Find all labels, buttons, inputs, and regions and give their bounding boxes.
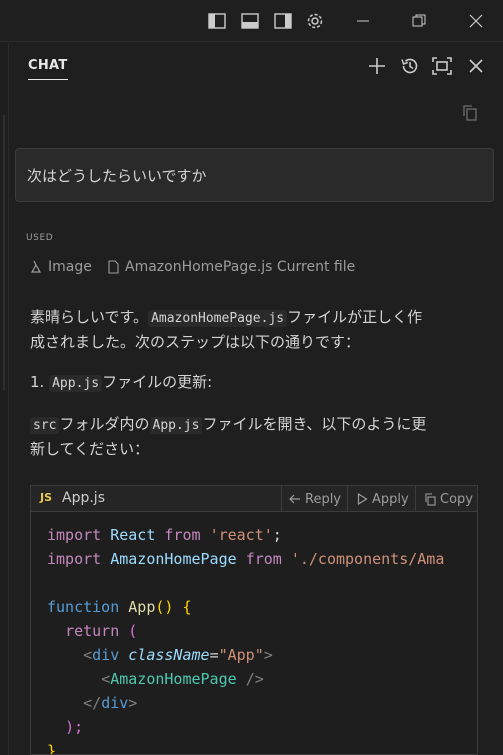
response-text: ファイルが正しく作 <box>287 308 423 326</box>
apply-button[interactable]: Apply <box>357 490 409 508</box>
reference-image[interactable]: Image <box>30 257 92 277</box>
response-text: フォルダ内の <box>59 415 150 433</box>
step-number: 1. <box>30 373 45 391</box>
maximize-chat-icon[interactable] <box>431 55 453 77</box>
response-text: 素晴らしいです。 <box>30 308 149 326</box>
response-text: 新してください： <box>30 440 150 458</box>
step-text: ファイルの更新: <box>102 373 213 391</box>
copy-message-icon[interactable] <box>461 104 479 122</box>
step-item: 1. App.js ファイルの更新: <box>30 370 212 396</box>
inline-code: App.js <box>149 417 203 434</box>
code-filename: App.js <box>62 490 105 506</box>
image-icon <box>30 260 42 273</box>
chat-tab-underline <box>28 79 68 80</box>
close-window-button[interactable] <box>453 0 499 42</box>
response-paragraph-1-line2: 成されました。次のステップは以下の通りです： <box>30 330 360 355</box>
divider <box>281 486 282 512</box>
user-prompt-bubble: 次はどうしたらいいですか <box>15 148 494 202</box>
code-line: </div> <box>83 694 138 712</box>
used-label: USED <box>26 233 54 243</box>
response-paragraph-1: 素晴らしいです。 AmazonHomePage.js ファイルが正しく作 <box>30 305 422 331</box>
file-icon <box>108 260 119 274</box>
reference-image-label: Image <box>48 259 92 275</box>
code-block-header: JS App.js Reply Apply Copy <box>31 486 477 512</box>
play-icon <box>357 493 368 505</box>
copy-icon <box>425 492 436 506</box>
inline-code: AmazonHomePage.js <box>148 310 288 327</box>
restore-window-button[interactable] <box>396 0 442 42</box>
copy-button[interactable]: Copy <box>424 490 473 508</box>
reply-icon <box>289 494 300 504</box>
editor-edge <box>0 43 9 755</box>
code-line: } <box>47 742 57 755</box>
code-line: ); <box>65 718 84 736</box>
response-text: ファイルを開き、以下のように更 <box>202 415 427 433</box>
inline-code: App.js <box>49 375 103 392</box>
minimize-window-button[interactable] <box>340 0 386 42</box>
js-language-icon: JS <box>40 491 53 504</box>
reply-label: Reply <box>305 491 342 507</box>
close-chat-icon[interactable] <box>465 55 487 77</box>
reference-file-label: AmazonHomePage.js Current file <box>125 259 356 275</box>
title-bar <box>0 0 503 42</box>
reply-button[interactable]: Reply <box>289 490 341 508</box>
toggle-primary-sidebar-icon[interactable] <box>207 11 227 31</box>
code-content[interactable]: import React from 'react'; import AmazonH… <box>47 523 445 755</box>
response-paragraph-3-line2: 新してください： <box>30 437 149 462</box>
chat-header: CHAT <box>10 43 503 89</box>
apply-label: Apply <box>372 491 409 507</box>
response-text: 成されました。次のステップは以下の通りです： <box>30 333 361 351</box>
editor-edge-marker <box>3 115 5 390</box>
code-line: import React from 'react'; <box>47 526 282 544</box>
reference-current-file[interactable]: AmazonHomePage.js Current file <box>108 257 355 277</box>
code-line: <div className="App"> <box>83 646 273 664</box>
new-chat-plus-icon[interactable] <box>366 55 388 77</box>
code-line: function App() { <box>47 598 192 616</box>
copy-label: Copy <box>440 491 473 507</box>
code-line: <AmazonHomePage /> <box>101 670 264 688</box>
inline-code: src <box>30 417 60 434</box>
chat-tab[interactable]: CHAT <box>28 58 68 73</box>
toggle-panel-icon[interactable] <box>240 11 260 31</box>
divider <box>415 486 416 512</box>
code-block: JS App.js Reply Apply Copy import React … <box>30 485 478 755</box>
divider <box>347 486 348 512</box>
history-icon[interactable] <box>399 55 421 77</box>
code-line: import AmazonHomePage from './components… <box>47 550 445 568</box>
settings-gear-icon[interactable] <box>305 11 325 31</box>
user-prompt-text: 次はどうしたらいいですか <box>27 167 207 185</box>
code-line: return ( <box>65 622 138 640</box>
toggle-secondary-sidebar-icon[interactable] <box>273 11 293 31</box>
response-paragraph-3: src フォルダ内の App.js ファイルを開き、以下のように更 <box>30 412 426 438</box>
